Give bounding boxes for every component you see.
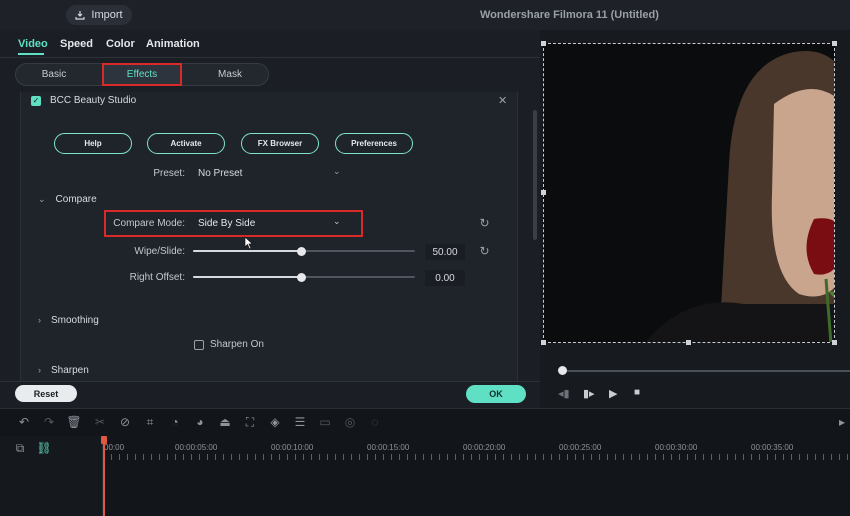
timeline-playhead[interactable] bbox=[103, 436, 105, 516]
tabs-divider bbox=[0, 57, 540, 58]
speed-icon[interactable]: ◔ bbox=[167, 414, 183, 430]
tag-icon[interactable]: ⊘ bbox=[117, 414, 133, 430]
color-icon[interactable]: ◕ bbox=[192, 414, 208, 430]
right-offset-label: Right Offset: bbox=[129, 272, 185, 283]
reset-button[interactable]: Reset bbox=[15, 385, 77, 402]
ok-button[interactable]: OK bbox=[466, 385, 526, 403]
activate-button[interactable]: Activate bbox=[147, 133, 225, 154]
add-track-icon[interactable]: ⧉ bbox=[12, 440, 28, 456]
audio-adjust-icon[interactable]: ☰ bbox=[292, 414, 308, 430]
app-title: Wondershare Filmora 11 (Untitled) bbox=[480, 9, 659, 21]
wipe-slide-fill bbox=[193, 250, 301, 252]
right-offset-fill bbox=[193, 276, 301, 278]
link-icon[interactable]: ⛓ bbox=[36, 440, 52, 456]
preview-image bbox=[544, 44, 834, 342]
tab-color[interactable]: Color bbox=[106, 38, 135, 50]
timecode-label: 00:00 bbox=[104, 443, 125, 452]
section-compare-label: Compare bbox=[55, 194, 97, 205]
render-preview-icon[interactable]: ▸ bbox=[834, 414, 850, 430]
play-icon[interactable]: ▶ bbox=[609, 387, 617, 400]
play-next-frame-icon[interactable]: ▮▸ bbox=[583, 387, 595, 400]
chevron-down-icon: ⌄ bbox=[38, 194, 46, 204]
transition-icon[interactable]: ▭ bbox=[317, 414, 333, 430]
close-icon[interactable]: ✕ bbox=[498, 94, 507, 107]
crop-icon[interactable]: ⌗ bbox=[142, 414, 158, 430]
tab-speed[interactable]: Speed bbox=[60, 38, 93, 50]
chevron-down-icon[interactable]: ⌄ bbox=[333, 166, 341, 177]
resize-handle[interactable] bbox=[832, 41, 837, 46]
reset-icon[interactable]: ↻ bbox=[478, 217, 491, 230]
timecode-label: 00:00:25:00 bbox=[559, 443, 602, 452]
segment-basic[interactable]: Basic bbox=[18, 63, 90, 86]
undo-icon[interactable]: ↶ bbox=[16, 414, 32, 430]
preset-label: Preset: bbox=[153, 168, 185, 179]
section-smoothing-label: Smoothing bbox=[51, 315, 99, 326]
stabilize-icon[interactable]: ◌ bbox=[367, 414, 383, 430]
fit-icon[interactable]: ⛶ bbox=[242, 414, 258, 430]
timecode-label: 00:00:35:00 bbox=[751, 443, 794, 452]
import-label: Import bbox=[91, 9, 123, 21]
resize-handle[interactable] bbox=[686, 340, 691, 345]
effect-enabled-checkbox[interactable]: ✓ bbox=[31, 96, 41, 106]
section-sharpen[interactable]: › Sharpen bbox=[38, 365, 89, 376]
resize-handle[interactable] bbox=[832, 340, 837, 345]
help-button[interactable]: Help bbox=[54, 133, 132, 154]
resize-handle[interactable] bbox=[541, 190, 546, 195]
effect-name: BCC Beauty Studio bbox=[50, 95, 137, 106]
import-button[interactable]: Import bbox=[66, 5, 132, 25]
delete-icon[interactable]: 🗑 bbox=[66, 414, 82, 430]
playhead-handle[interactable] bbox=[101, 436, 107, 444]
section-compare[interactable]: ⌄ Compare bbox=[38, 194, 97, 205]
split-icon[interactable]: ✂ bbox=[92, 414, 108, 430]
reset-icon[interactable]: ↻ bbox=[478, 245, 491, 258]
mouse-cursor-icon bbox=[244, 236, 254, 250]
panel-scrollbar[interactable] bbox=[533, 110, 537, 240]
preview-video[interactable] bbox=[543, 43, 835, 343]
section-sharpen-label: Sharpen bbox=[51, 365, 89, 376]
timecode-label: 00:00:10:00 bbox=[271, 443, 314, 452]
right-offset-thumb[interactable] bbox=[297, 273, 306, 282]
stop-icon[interactable]: ■ bbox=[634, 387, 640, 398]
wipe-slide-thumb[interactable] bbox=[297, 247, 306, 256]
ruler-ticks bbox=[103, 454, 850, 460]
import-icon bbox=[75, 11, 86, 20]
playback-progress-bar[interactable] bbox=[560, 370, 850, 372]
resize-handle[interactable] bbox=[541, 41, 546, 46]
right-offset-value[interactable]: 0.00 bbox=[425, 270, 465, 286]
compare-mode-select[interactable]: Side By Side bbox=[198, 218, 255, 229]
sharpen-on-label: Sharpen On bbox=[210, 339, 264, 350]
fx-browser-button[interactable]: FX Browser bbox=[241, 133, 319, 154]
wipe-slide-label: Wipe/Slide: bbox=[134, 246, 185, 257]
panel-footer bbox=[0, 381, 540, 408]
tab-animation[interactable]: Animation bbox=[146, 38, 200, 50]
timecode-label: 00:00:05:00 bbox=[175, 443, 218, 452]
active-tab-indicator bbox=[18, 53, 44, 55]
section-smoothing[interactable]: › Smoothing bbox=[38, 315, 99, 326]
marker-icon[interactable]: ⏏ bbox=[217, 414, 233, 430]
segment-effects[interactable]: Effects bbox=[102, 63, 182, 86]
chevron-down-icon[interactable]: ⌄ bbox=[333, 216, 341, 227]
previous-frame-icon[interactable]: ◂▮ bbox=[558, 387, 570, 400]
motion-icon[interactable]: ◎ bbox=[342, 414, 358, 430]
preset-select[interactable]: No Preset bbox=[198, 168, 242, 179]
redo-icon[interactable]: ↷ bbox=[41, 414, 57, 430]
preferences-button[interactable]: Preferences bbox=[335, 133, 413, 154]
segment-mask[interactable]: Mask bbox=[190, 63, 270, 86]
playback-position-thumb[interactable] bbox=[558, 366, 567, 375]
timecode-label: 00:00:15:00 bbox=[367, 443, 410, 452]
wipe-slide-value[interactable]: 50.00 bbox=[425, 244, 465, 260]
chevron-right-icon: › bbox=[38, 315, 41, 325]
chevron-right-icon: › bbox=[38, 365, 41, 375]
compare-mode-label: Compare Mode: bbox=[113, 218, 185, 229]
resize-handle[interactable] bbox=[541, 340, 546, 345]
timecode-label: 00:00:20:00 bbox=[463, 443, 506, 452]
sharpen-on-checkbox[interactable] bbox=[194, 340, 204, 350]
keyframe-icon[interactable]: ◈ bbox=[267, 414, 283, 430]
tab-video[interactable]: Video bbox=[18, 38, 48, 50]
timecode-label: 00:00:30:00 bbox=[655, 443, 698, 452]
